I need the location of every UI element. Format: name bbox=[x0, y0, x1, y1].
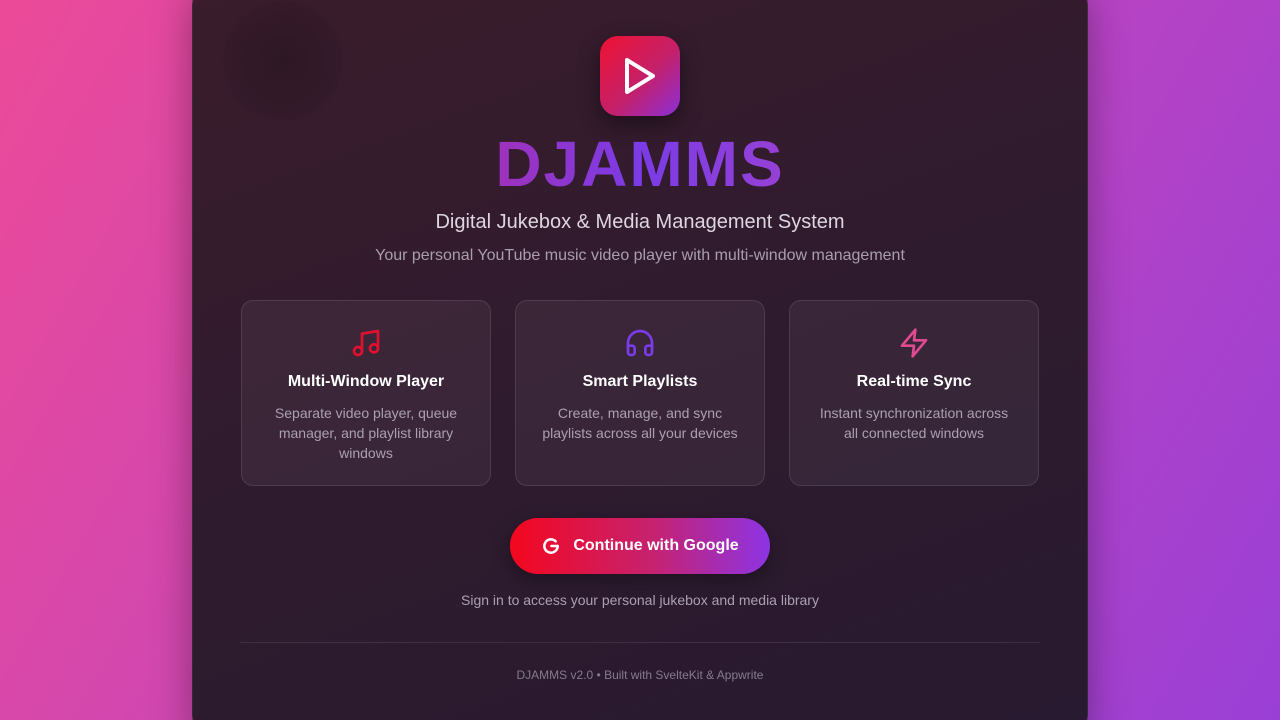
feature-description: Create, manage, and sync playlists acros… bbox=[542, 405, 738, 441]
footer-divider bbox=[240, 642, 1040, 643]
play-icon bbox=[625, 58, 655, 94]
google-icon bbox=[543, 538, 560, 554]
footer-text: DJAMMS v2.0 • Built with SvelteKit & App… bbox=[516, 668, 764, 682]
continue-with-google-button[interactable]: Continue with Google bbox=[510, 518, 770, 574]
lightning-icon bbox=[900, 328, 928, 358]
headphones-icon bbox=[626, 329, 654, 357]
feature-title: Smart Playlists bbox=[582, 373, 698, 390]
app-tagline: Your personal YouTube music video player… bbox=[375, 247, 905, 264]
card-decoration bbox=[223, 1, 343, 121]
feature-title: Real-time Sync bbox=[856, 373, 972, 390]
app-subtitle: Digital Jukebox & Media Management Syste… bbox=[435, 211, 845, 233]
continue-with-google-label: Continue with Google bbox=[573, 537, 739, 554]
signin-note: Sign in to access your personal jukebox … bbox=[461, 592, 819, 608]
feature-description: Instant synchronization across all conne… bbox=[819, 405, 1009, 441]
music-note-icon bbox=[352, 329, 380, 357]
feature-card-multi-window: Multi-Window Player Separate video playe… bbox=[241, 300, 491, 486]
feature-description: Separate video player, queue manager, an… bbox=[274, 405, 458, 461]
feature-title: Multi-Window Player bbox=[287, 373, 445, 390]
app-logo bbox=[600, 36, 680, 116]
feature-card-smart-playlists: Smart Playlists Create, manage, and sync… bbox=[515, 300, 765, 486]
app-title: DJAMMS bbox=[0, 128, 1280, 200]
feature-card-realtime-sync: Real-time Sync Instant synchronization a… bbox=[789, 300, 1039, 486]
